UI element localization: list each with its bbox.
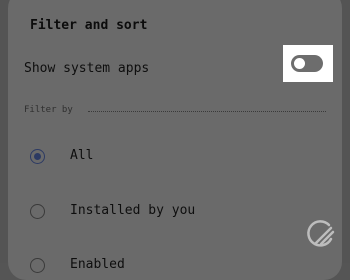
filter-option-label: Enabled	[70, 257, 125, 272]
radio-button[interactable]	[30, 204, 45, 219]
dialog-title: Filter and sort	[30, 18, 148, 33]
show-system-apps-toggle-area[interactable]	[283, 45, 333, 82]
toggle-thumb	[294, 58, 305, 69]
watermark-logo-icon	[307, 220, 335, 247]
radio-button[interactable]	[30, 258, 45, 273]
filter-option-label: All	[70, 148, 94, 163]
section-divider	[88, 111, 326, 112]
filter-option-label: Installed by you	[70, 203, 196, 218]
radio-button-checked[interactable]	[30, 149, 45, 164]
show-system-apps-toggle[interactable]	[291, 55, 323, 72]
filter-by-label: Filter by	[24, 105, 73, 115]
show-system-apps-label[interactable]: Show system apps	[24, 61, 149, 76]
filter-sort-dialog: Filter and sort Show system apps Filter …	[8, 0, 342, 280]
